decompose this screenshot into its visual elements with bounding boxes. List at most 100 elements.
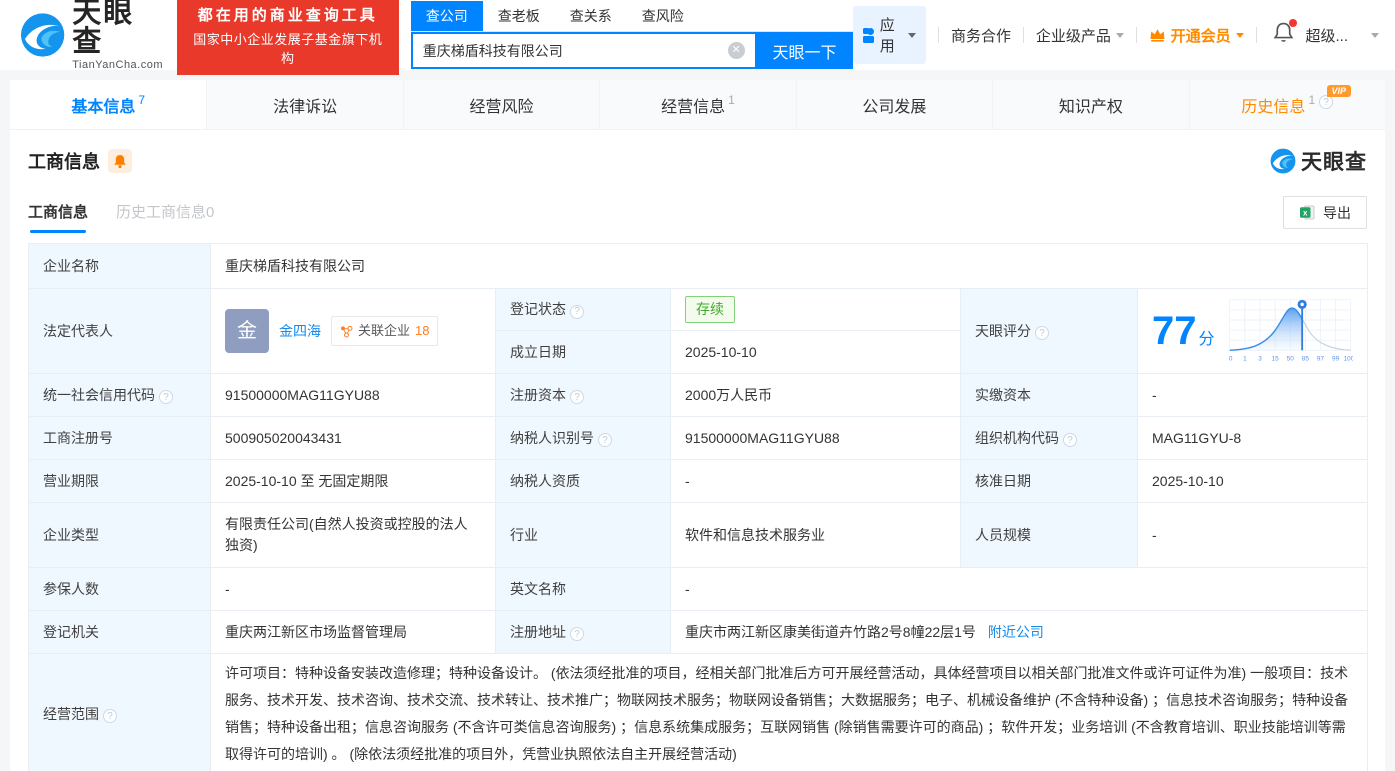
score-value: 77 (1152, 308, 1197, 353)
svg-text:x: x (1303, 208, 1308, 217)
tab-label: 公司发展 (862, 98, 927, 116)
network-icon (341, 325, 353, 337)
legal-rep-link[interactable]: 金四海 (279, 321, 321, 342)
help-icon[interactable]: ? (598, 433, 612, 447)
search-tab-boss[interactable]: 查老板 (483, 1, 555, 31)
help-icon[interactable]: ? (1035, 326, 1049, 340)
credit-code-value: 91500000MAG11GYU88 (210, 373, 496, 417)
tab-business-risk[interactable]: 经营风险 (402, 80, 599, 129)
notification-bell[interactable] (1273, 18, 1297, 49)
svg-text:0: 0 (1228, 355, 1232, 362)
help-icon[interactable]: ? (103, 709, 117, 723)
search-clear-icon[interactable]: ✕ (727, 42, 745, 59)
search-button[interactable]: 天眼一下 (756, 32, 853, 69)
tab-label: 经营信息 (661, 98, 726, 116)
company-name-value: 重庆梯盾科技有限公司 (209, 243, 1369, 289)
tab-history-info[interactable]: VIP 历史信息 1 ? (1188, 80, 1385, 129)
promo-line1: 都在用的商业查询工具 (197, 6, 378, 24)
reg-capital-value: 2000万人民币 (670, 373, 961, 417)
search-tab-relation[interactable]: 查关系 (555, 1, 627, 31)
divider (938, 27, 939, 43)
field-label: 法定代表人 (28, 288, 211, 374)
tab-count: 1 (728, 93, 735, 107)
industry-value: 软件和信息技术服务业 (670, 502, 961, 568)
tab-label: 知识产权 (1058, 98, 1123, 116)
menu-business-cooperation[interactable]: 商务合作 (951, 25, 1011, 46)
svg-text:15: 15 (1271, 355, 1279, 362)
paid-capital-value: - (1136, 373, 1369, 417)
related-companies-button[interactable]: 关联企业 18 (331, 316, 439, 346)
main-content: 工商信息 天眼查 工商信息 历史工商信息0 x 导出 企业名称 重庆梯盾科技有限… (10, 130, 1385, 771)
field-label: 营业期限 (28, 459, 211, 503)
account-menu[interactable]: 超级... (1306, 25, 1380, 46)
help-icon[interactable]: ? (1063, 433, 1077, 447)
search-input[interactable]: 重庆梯盾科技有限公司 ✕ (410, 32, 757, 69)
apps-menu[interactable]: 应用 (852, 6, 927, 64)
field-label: 经营范围? (28, 653, 211, 771)
field-label: 参保人数 (28, 567, 211, 611)
field-label: 登记状态? (495, 288, 671, 331)
tab-label: 经营风险 (469, 98, 534, 116)
registration-info-table: 企业名称 重庆梯盾科技有限公司 法定代表人 金 金四海 关联企业 18 登记状态… (28, 243, 1369, 771)
field-label: 天眼评分? (960, 288, 1138, 374)
related-label: 关联企业 (358, 323, 411, 339)
search-tab-company[interactable]: 查公司 (410, 1, 483, 31)
subtab-history-registration[interactable]: 历史工商信息0 (116, 201, 214, 233)
field-label: 组织机构代码? (960, 416, 1138, 460)
excel-icon: x (1300, 205, 1315, 220)
score-distribution-chart: 0 1 3 15 50 85 97 99 100 (1228, 299, 1353, 362)
tab-basic-info[interactable]: 基本信息 7 (10, 80, 207, 129)
svg-text:85: 85 (1301, 355, 1309, 362)
field-label: 注册资本? (495, 373, 671, 417)
logo-text: 天眼查 (72, 0, 135, 58)
chevron-down-icon (1371, 32, 1380, 38)
related-count: 18 (415, 323, 430, 339)
tab-label: 法律诉讼 (273, 98, 338, 116)
help-icon[interactable]: ? (570, 627, 584, 641)
taxpayer-id-value: 91500000MAG11GYU88 (670, 416, 961, 460)
chevron-down-icon (1115, 32, 1124, 38)
help-icon[interactable]: ? (159, 390, 173, 404)
menu-business-label: 商务合作 (950, 27, 1011, 45)
tab-intellectual-property[interactable]: 知识产权 (992, 80, 1188, 129)
export-button[interactable]: x 导出 (1283, 196, 1367, 229)
field-label: 行业 (495, 502, 671, 568)
divider (1255, 27, 1257, 43)
search-tab-risk[interactable]: 查风险 (627, 1, 699, 31)
reg-status-value: 存续 (670, 288, 961, 331)
tab-business-info[interactable]: 经营信息 1 (599, 80, 795, 129)
tab-label: 基本信息 (71, 98, 136, 116)
monitor-bell-button[interactable] (108, 149, 132, 173)
watermark-text: 天眼查 (1301, 151, 1367, 174)
tianyancha-logo[interactable]: 天眼查 TianYanCha.com (20, 0, 164, 71)
help-icon[interactable]: ? (570, 390, 584, 404)
search-input-value: 重庆梯盾科技有限公司 (422, 42, 563, 59)
english-name-value: - (669, 567, 1369, 611)
svg-text:1: 1 (1243, 355, 1247, 362)
menu-enterprise-products[interactable]: 企业级产品 (1036, 25, 1124, 46)
insured-count-value: - (210, 567, 496, 611)
field-label: 纳税人资质 (495, 459, 671, 503)
nearby-companies-link[interactable]: 附近公司 (988, 624, 1044, 640)
tab-count: 7 (138, 93, 146, 107)
top-header: 天眼查 TianYanCha.com 都在用的商业查询工具 国家中小企业发展子基… (0, 0, 1395, 75)
help-icon[interactable]: ? (570, 304, 584, 319)
legal-rep-avatar[interactable]: 金 (225, 309, 269, 353)
subtab-current-registration[interactable]: 工商信息 (28, 201, 88, 233)
reg-number-value: 500905020043431 (210, 416, 496, 460)
chevron-down-icon (1235, 32, 1244, 38)
help-icon[interactable]: ? (1319, 95, 1334, 109)
svg-text:50: 50 (1286, 355, 1294, 362)
tab-company-development[interactable]: 公司发展 (795, 80, 992, 129)
notification-dot (1288, 18, 1297, 27)
logo-domain: TianYanCha.com (72, 59, 164, 71)
menu-vip-upgrade[interactable]: 开通会员 (1149, 25, 1244, 46)
divider (1135, 27, 1137, 43)
field-label: 人员规模 (960, 502, 1138, 568)
taxpayer-quality-value: - (670, 459, 961, 503)
staff-size-value: - (1136, 502, 1369, 568)
tab-legal-proceedings[interactable]: 法律诉讼 (206, 80, 402, 129)
section-title: 工商信息 (28, 152, 100, 172)
score-unit: 分 (1198, 330, 1215, 348)
field-label: 统一社会信用代码? (28, 373, 211, 417)
